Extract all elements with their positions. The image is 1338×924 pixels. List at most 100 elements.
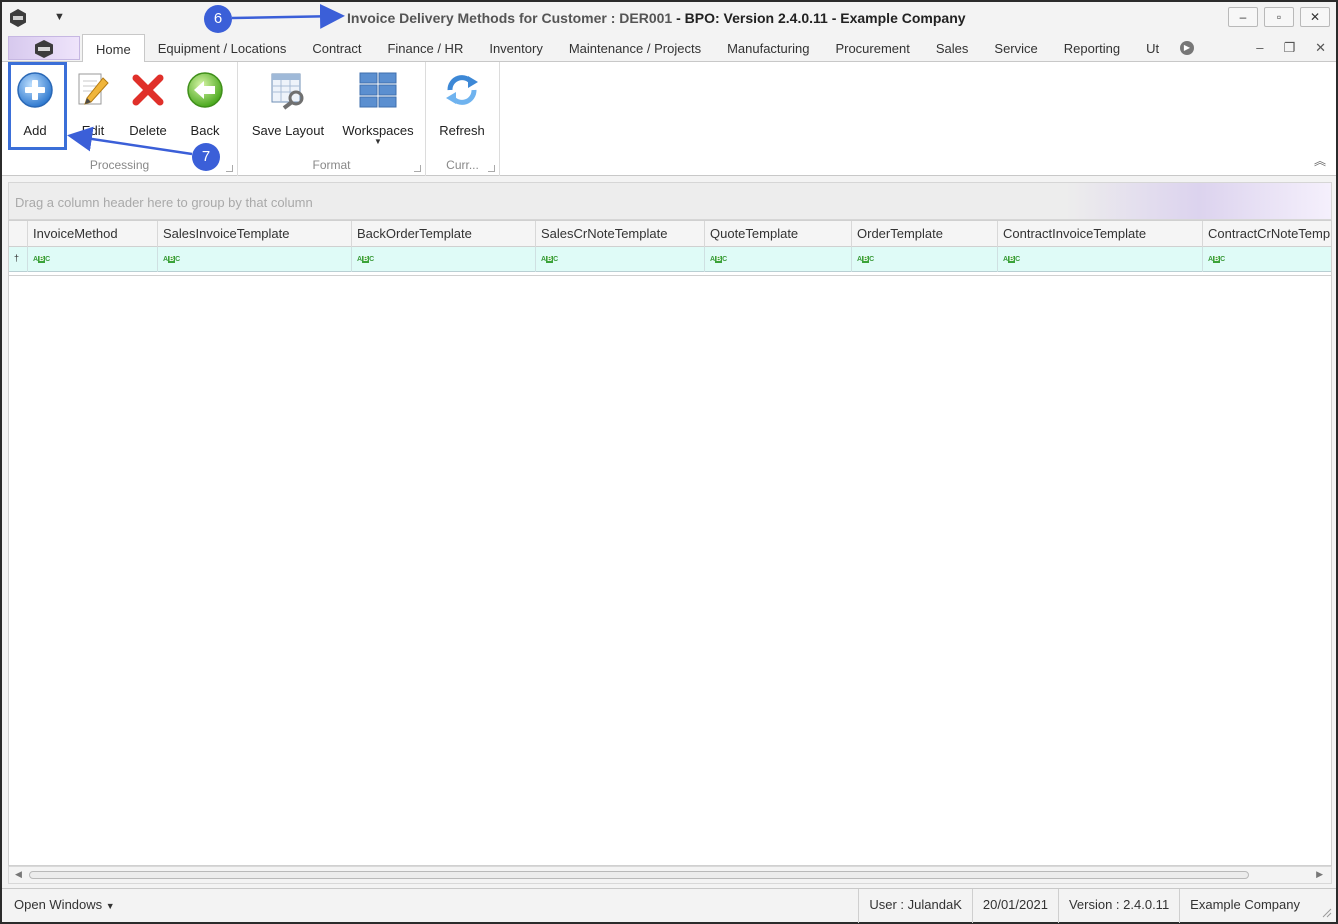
tab-ut[interactable]: Ut xyxy=(1133,34,1172,62)
format-group-launcher-icon[interactable] xyxy=(414,165,421,172)
mdi-minimize-icon[interactable]: – xyxy=(1256,40,1263,56)
tab-finance-hr[interactable]: Finance / HR xyxy=(374,34,476,62)
workspaces-button-label: Workspaces xyxy=(342,123,414,138)
grid-header-row: InvoiceMethod SalesInvoiceTemplate BackOrd… xyxy=(9,221,1331,247)
scroll-right-icon[interactable]: ▶ xyxy=(1316,869,1323,880)
current-group: Refresh Curr... xyxy=(426,62,500,176)
delete-button-label: Delete xyxy=(129,123,167,138)
refresh-button-label: Refresh xyxy=(439,123,485,138)
filter-cell[interactable]: ABC xyxy=(705,247,852,272)
format-group-label: Format xyxy=(312,158,351,172)
filter-row-indicator: † xyxy=(9,247,28,272)
status-bar: Open Windows ▼ User : JulandaK 20/01/202… xyxy=(2,888,1336,923)
group-by-panel[interactable]: Drag a column header here to group by th… xyxy=(8,182,1332,220)
horizontal-scrollbar[interactable]: ◀ ▶ xyxy=(8,866,1332,884)
tab-service[interactable]: Service xyxy=(981,34,1050,62)
app-logo-icon[interactable] xyxy=(8,8,28,28)
mdi-close-icon[interactable]: ✕ xyxy=(1315,40,1326,56)
column-header[interactable]: ContractCrNoteTemp xyxy=(1203,221,1331,247)
tab-procurement[interactable]: Procurement xyxy=(822,34,922,62)
status-company: Example Company xyxy=(1179,889,1310,923)
status-version: Version : 2.4.0.11 xyxy=(1057,889,1179,923)
filter-cell[interactable]: ABC xyxy=(998,247,1203,272)
tab-home[interactable]: Home xyxy=(82,34,145,63)
tab-inventory[interactable]: Inventory xyxy=(476,34,555,62)
minimize-button[interactable]: – xyxy=(1228,7,1258,27)
window-title-app: - BPO: Version 2.4.0.11 - Example Compan… xyxy=(672,10,966,26)
tab-manufacturing[interactable]: Manufacturing xyxy=(714,34,822,62)
step-7-badge: 7 xyxy=(192,143,220,171)
step-6-badge: 6 xyxy=(204,5,232,33)
app-menu-logo-icon xyxy=(35,40,53,58)
filter-cell[interactable]: ABC xyxy=(158,247,352,272)
save-layout-button[interactable]: Save Layout xyxy=(246,66,330,146)
resize-grip-icon[interactable] xyxy=(1320,906,1332,918)
ribbon-tabs: Home Equipment / Locations Contract Finance… xyxy=(82,34,1172,63)
current-group-launcher-icon[interactable] xyxy=(488,165,495,172)
status-date: 20/01/2021 xyxy=(971,889,1058,923)
close-button[interactable]: ✕ xyxy=(1300,7,1330,27)
filter-cell[interactable]: ABC xyxy=(536,247,705,272)
application-window: ▼ Invoice Delivery Methods for Customer … xyxy=(0,0,1338,924)
open-windows-label: Open Windows xyxy=(14,897,103,912)
column-header[interactable]: BackOrderTemplate xyxy=(352,221,536,247)
tab-sales[interactable]: Sales xyxy=(923,34,982,62)
collapse-ribbon-icon[interactable]: ︽ xyxy=(1314,152,1326,169)
filter-cell[interactable]: ABC xyxy=(28,247,158,272)
quick-access-dropdown-icon[interactable]: ▼ xyxy=(54,11,65,23)
refresh-button[interactable]: Refresh xyxy=(434,66,490,146)
column-header[interactable]: QuoteTemplate xyxy=(705,221,852,247)
window-title-context: Invoice Delivery Methods for Customer : … xyxy=(347,10,673,26)
add-button-highlight xyxy=(8,62,67,150)
tab-contract[interactable]: Contract xyxy=(299,34,374,62)
title-bar: ▼ Invoice Delivery Methods for Customer … xyxy=(2,2,1336,34)
format-group: Save Layout Workspaces ▼ Format xyxy=(238,62,426,176)
status-user: User : JulandaK xyxy=(858,889,972,923)
grid-data-separator xyxy=(9,275,1331,276)
edit-button-label: Edit xyxy=(81,123,105,138)
workspaces-icon xyxy=(359,72,397,108)
back-button[interactable]: Back xyxy=(177,66,233,146)
workspaces-dropdown-icon: ▼ xyxy=(374,137,382,146)
tab-equipment-locations[interactable]: Equipment / Locations xyxy=(145,34,300,62)
scroll-left-icon[interactable]: ◀ xyxy=(15,869,22,880)
column-header[interactable]: SalesInvoiceTemplate xyxy=(158,221,352,247)
tab-reporting[interactable]: Reporting xyxy=(1051,34,1133,62)
filter-cell[interactable]: ABC xyxy=(852,247,998,272)
text-filter-icon: ABC xyxy=(357,256,375,263)
application-menu-button[interactable] xyxy=(8,36,80,60)
edit-button[interactable]: Edit xyxy=(65,66,121,146)
window-controls: – ▫ ✕ xyxy=(1228,7,1330,27)
back-arrow-icon xyxy=(187,72,223,108)
column-header[interactable]: InvoiceMethod xyxy=(28,221,158,247)
tab-scroll-right-icon[interactable]: ▶ xyxy=(1180,41,1194,55)
delete-button[interactable]: Delete xyxy=(120,66,176,146)
filter-cell[interactable]: ABC xyxy=(352,247,536,272)
text-filter-icon: ABC xyxy=(857,256,875,263)
column-header[interactable]: ContractInvoiceTemplate xyxy=(998,221,1203,247)
data-grid[interactable]: InvoiceMethod SalesInvoiceTemplate BackOrd… xyxy=(8,220,1332,866)
group-by-hint: Drag a column header here to group by th… xyxy=(15,195,313,210)
filter-pin-icon: † xyxy=(14,253,20,263)
save-layout-button-label: Save Layout xyxy=(251,123,325,138)
scroll-thumb[interactable] xyxy=(29,871,1249,879)
delete-icon xyxy=(132,74,164,106)
workspaces-button[interactable]: Workspaces ▼ xyxy=(336,66,420,146)
status-items: User : JulandaK 20/01/2021 Version : 2.4… xyxy=(858,889,1310,923)
open-windows-dropdown-icon: ▼ xyxy=(105,901,115,911)
open-windows-button[interactable]: Open Windows ▼ xyxy=(14,897,115,912)
edit-icon xyxy=(78,73,109,105)
filter-cell[interactable]: ABC xyxy=(1203,247,1331,272)
restore-button[interactable]: ▫ xyxy=(1264,7,1294,27)
column-header[interactable]: SalesCrNoteTemplate xyxy=(536,221,705,247)
text-filter-icon: ABC xyxy=(710,256,728,263)
mdi-restore-icon[interactable]: ❐ xyxy=(1283,40,1295,56)
tab-maintenance-projects[interactable]: Maintenance / Projects xyxy=(556,34,714,62)
processing-group-launcher-icon[interactable] xyxy=(226,165,233,172)
mdi-controls: – ❐ ✕ xyxy=(1256,40,1326,56)
text-filter-icon: ABC xyxy=(1208,256,1226,263)
save-layout-icon xyxy=(271,73,304,110)
text-filter-icon: ABC xyxy=(163,256,181,263)
column-header[interactable]: OrderTemplate xyxy=(852,221,998,247)
row-indicator-header xyxy=(9,221,28,247)
